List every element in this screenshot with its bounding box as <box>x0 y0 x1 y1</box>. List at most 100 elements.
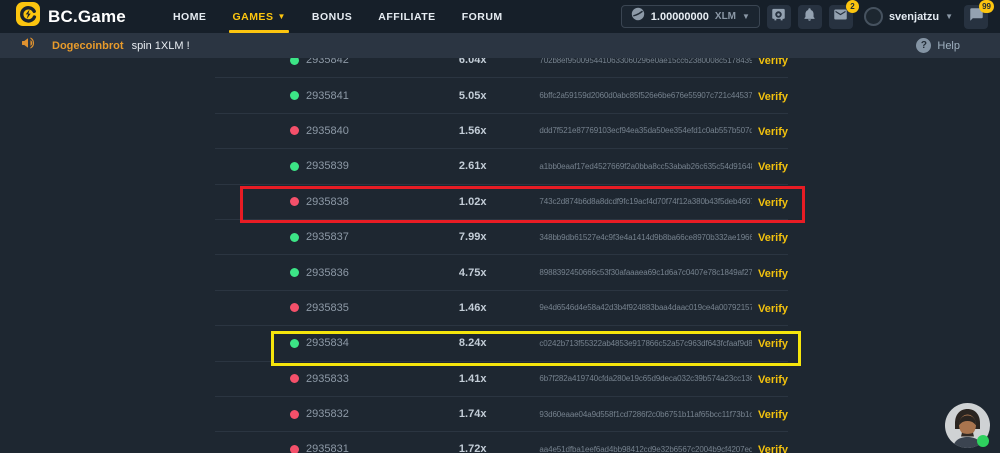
verify-cell: Verify <box>752 440 788 453</box>
multiplier-cell: 1.41x <box>459 373 539 385</box>
bcgame-logo-icon <box>16 2 40 31</box>
coin-icon <box>631 7 645 26</box>
results-table-body: 2935842 6.04x 702b8ef9500954410633060296… <box>215 58 788 453</box>
verify-link[interactable]: Verify <box>758 338 788 350</box>
verify-cell: Verify <box>752 122 788 140</box>
announcement-message: spin 1XLM ! <box>132 40 190 52</box>
bet-id: 2935833 <box>306 373 349 385</box>
messages-button[interactable]: 2 <box>829 5 853 29</box>
verify-cell: Verify <box>752 58 788 69</box>
status-dot <box>290 303 299 312</box>
verify-cell: Verify <box>752 157 788 175</box>
hash-cell: ddd7f521e87769103ecf94ea35da50ee354efd1c… <box>539 126 752 135</box>
table-row: 2935842 6.04x 702b8ef9500954410633060296… <box>215 58 788 78</box>
megaphone-icon <box>20 35 36 56</box>
multiplier-cell: 8.24x <box>459 337 539 349</box>
vault-button[interactable] <box>767 5 791 29</box>
verify-link[interactable]: Verify <box>758 409 788 421</box>
multiplier-cell: 2.61x <box>459 160 539 172</box>
chevron-down-icon: ▼ <box>277 12 285 21</box>
notifications-button[interactable] <box>798 5 822 29</box>
bet-id-cell: 2935833 <box>215 373 459 385</box>
balance-amount: 1.00000000 <box>651 11 709 23</box>
bet-id: 2935840 <box>306 125 349 137</box>
verify-link[interactable]: Verify <box>758 58 788 67</box>
multiplier-cell: 1.46x <box>459 302 539 314</box>
status-dot <box>290 445 299 453</box>
nav-item-forum[interactable]: FORUM <box>449 0 516 33</box>
verify-link[interactable]: Verify <box>758 126 788 138</box>
table-row: 2935832 1.74x 93d60eaae04a9d558f1cd7286f… <box>215 397 788 432</box>
multiplier-cell: 1.72x <box>459 443 539 453</box>
announcement-bar: Dogecoinbrot spin 1XLM ! ? Help <box>0 33 1000 58</box>
verify-link[interactable]: Verify <box>758 268 788 280</box>
bet-id: 2935835 <box>306 302 349 314</box>
verify-link[interactable]: Verify <box>758 232 788 244</box>
multiplier-cell: 1.56x <box>459 125 539 137</box>
bet-id: 2935841 <box>306 90 349 102</box>
verify-link[interactable]: Verify <box>758 444 788 453</box>
main-nav: HOME GAMES ▼ BONUS AFFILIATE FORUM <box>160 0 516 33</box>
table-row: 2935834 8.24x c0242b713f55322ab4853e9178… <box>215 326 788 361</box>
username: svenjatzu <box>889 11 939 23</box>
user-avatar <box>864 7 883 26</box>
user-menu[interactable]: svenjatzu ▼ <box>864 7 953 26</box>
bet-id-cell: 2935837 <box>215 231 459 243</box>
bet-id: 2935834 <box>306 337 349 349</box>
bet-id: 2935831 <box>306 443 349 453</box>
verify-link[interactable]: Verify <box>758 303 788 315</box>
hash-cell: 348bb9db61527e4c9f3e4a1414d9b8ba66ce8970… <box>539 233 752 242</box>
hash-cell: 8988392450666c53f30afaaaea69c1d6a7c0407e… <box>539 268 752 277</box>
status-dot <box>290 91 299 100</box>
mail-badge: 2 <box>846 0 859 13</box>
chat-button[interactable]: 99 <box>964 5 988 29</box>
nav-item-affiliate[interactable]: AFFILIATE <box>365 0 448 33</box>
bet-id-cell: 2935838 <box>215 196 459 208</box>
announcement-text[interactable]: Dogecoinbrot spin 1XLM ! <box>52 40 190 52</box>
table-row: 2935836 4.75x 8988392450666c53f30afaaaea… <box>215 255 788 290</box>
help-button[interactable]: ? Help <box>916 38 960 53</box>
bell-icon <box>802 7 817 27</box>
status-dot <box>290 410 299 419</box>
status-dot <box>290 58 299 65</box>
status-dot <box>290 197 299 206</box>
verify-link[interactable]: Verify <box>758 161 788 173</box>
hash-cell: c0242b713f55322ab4853e917866c52a57c963df… <box>539 339 752 348</box>
chevron-down-icon: ▼ <box>742 12 750 21</box>
nav-item-home[interactable]: HOME <box>160 0 220 33</box>
multiplier-cell: 4.75x <box>459 267 539 279</box>
balance-currency: XLM <box>715 11 736 22</box>
status-dot <box>290 233 299 242</box>
bet-id: 2935839 <box>306 160 349 172</box>
vault-icon <box>771 7 786 27</box>
support-chat-avatar[interactable] <box>945 403 990 448</box>
status-dot <box>290 162 299 171</box>
active-nav-underline <box>229 30 288 33</box>
multiplier-cell: 5.05x <box>459 90 539 102</box>
verify-link[interactable]: Verify <box>758 374 788 386</box>
bet-id-cell: 2935836 <box>215 267 459 279</box>
brand-logo[interactable]: BC.Game <box>16 2 126 31</box>
bet-id: 2935832 <box>306 408 349 420</box>
bet-id-cell: 2935832 <box>215 408 459 420</box>
verify-link[interactable]: Verify <box>758 197 788 209</box>
balance-selector[interactable]: 1.00000000 XLM ▼ <box>621 5 760 28</box>
table-row: 2935841 5.05x 6bffc2a59159d2060d0abc85f5… <box>215 78 788 113</box>
hash-cell: 743c2d874b6d8a8dcdf9fc19acf4d70f74f12a38… <box>539 197 752 206</box>
status-dot <box>290 126 299 135</box>
nav-item-bonus[interactable]: BONUS <box>299 0 365 33</box>
multiplier-cell: 7.99x <box>459 231 539 243</box>
help-icon: ? <box>916 38 931 53</box>
status-dot <box>290 339 299 348</box>
hash-cell: 6bffc2a59159d2060d0abc85f526e6be676e5590… <box>539 91 752 100</box>
bet-id-cell: 2935841 <box>215 90 459 102</box>
hash-cell: 6b7f282a419740cfda280e19c65d9deca032c39b… <box>539 374 752 383</box>
verify-link[interactable]: Verify <box>758 91 788 103</box>
online-status-dot <box>977 435 989 447</box>
bet-id-cell: 2935834 <box>215 337 459 349</box>
help-label: Help <box>937 40 960 52</box>
table-row: 2935839 2.61x a1bb0eaaf17ed4527669f2a0bb… <box>215 149 788 184</box>
status-dot <box>290 268 299 277</box>
nav-item-games[interactable]: GAMES ▼ <box>219 0 298 33</box>
chat-badge: 99 <box>979 0 994 13</box>
